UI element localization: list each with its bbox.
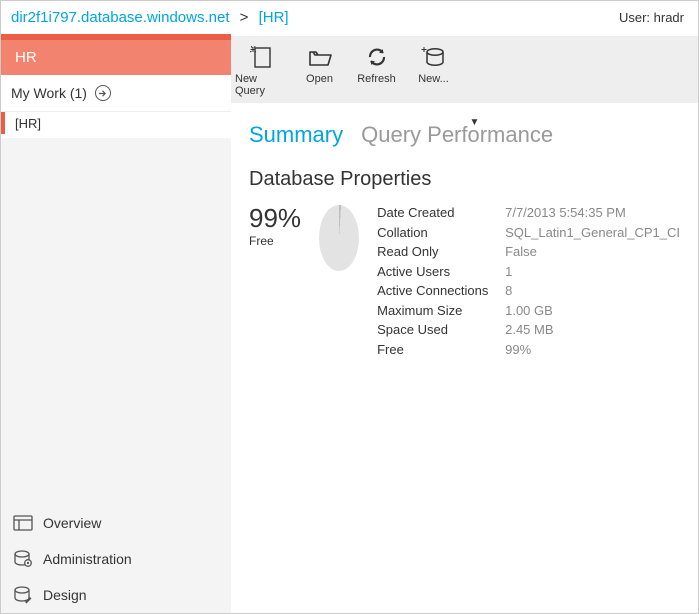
refresh-icon [364, 44, 390, 70]
tool-label: New Query [235, 73, 290, 97]
tab-summary[interactable]: Summary [249, 122, 343, 148]
breadcrumb-context[interactable]: [HR] [259, 9, 289, 26]
table-row: CollationSQL_Latin1_General_CP1_CI [377, 223, 680, 243]
sidebar: HR My Work (1) [HR] Overview Admi [1, 36, 231, 613]
bottom-nav: Overview Administration Design [1, 505, 231, 613]
free-percent-value: 99% [249, 203, 301, 234]
tree-item-label: [HR] [15, 113, 41, 134]
tool-label: Refresh [357, 73, 396, 85]
table-row: Free99% [377, 340, 680, 360]
section-title: Database Properties [249, 168, 680, 191]
user-label: User: hradr [619, 10, 684, 25]
table-row: Active Connections8 [377, 281, 680, 301]
breadcrumb: dir2f1i797.database.windows.net > [HR] [11, 9, 289, 26]
new-db-icon [421, 44, 447, 70]
tree-item-hr[interactable]: [HR] [1, 112, 231, 134]
new-button[interactable]: New... [406, 42, 461, 87]
main: New Query Open Refresh New... [231, 36, 698, 613]
tab-query-performance[interactable]: Query Performance [361, 122, 553, 148]
refresh-button[interactable]: Refresh [349, 42, 404, 87]
breadcrumb-server[interactable]: dir2f1i797.database.windows.net [11, 9, 229, 26]
arrow-right-circle-icon [95, 85, 111, 101]
table-row: Maximum Size1.00 GB [377, 301, 680, 321]
nav-label: Administration [43, 551, 132, 567]
properties-table: Date Created7/7/2013 5:54:35 PM Collatio… [377, 203, 680, 359]
header: dir2f1i797.database.windows.net > [HR] U… [1, 1, 698, 36]
active-marker [1, 112, 5, 134]
tool-label: New... [418, 73, 449, 85]
folder-open-icon [307, 44, 333, 70]
table-row: Date Created7/7/2013 5:54:35 PM [377, 203, 680, 223]
nav-design[interactable]: Design [1, 577, 231, 613]
nav-label: Design [43, 587, 87, 603]
new-query-icon [250, 44, 276, 70]
content-tabs: Summary Query Performance [249, 122, 680, 148]
nav-overview[interactable]: Overview [1, 505, 231, 541]
table-row: Space Used2.45 MB [377, 320, 680, 340]
nav-administration[interactable]: Administration [1, 541, 231, 577]
content: ▼ Summary Query Performance Database Pro… [231, 103, 698, 613]
nav-label: Overview [43, 515, 101, 531]
open-button[interactable]: Open [292, 42, 347, 87]
new-query-button[interactable]: New Query [235, 42, 290, 99]
sidebar-mywork[interactable]: My Work (1) [1, 75, 231, 112]
database-admin-icon [13, 549, 33, 569]
table-row: Read OnlyFalse [377, 242, 680, 262]
free-percent-block: 99% Free [249, 203, 301, 248]
tool-label: Open [306, 73, 333, 85]
free-percent-label: Free [249, 234, 301, 248]
sidebar-fill [1, 138, 231, 505]
mywork-label: My Work (1) [11, 85, 87, 101]
toolbar: New Query Open Refresh New... [231, 36, 698, 103]
pie-chart-icon [319, 205, 359, 271]
overview-icon [13, 513, 33, 533]
table-row: Active Users1 [377, 262, 680, 282]
database-design-icon [13, 585, 33, 605]
breadcrumb-separator: > [234, 9, 255, 26]
sidebar-tab-hr[interactable]: HR [1, 40, 231, 75]
